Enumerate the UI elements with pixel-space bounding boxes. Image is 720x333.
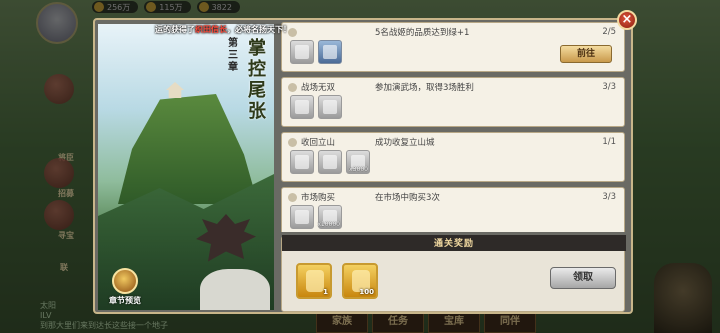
quest-progress: 3/3 xyxy=(602,192,616,202)
reward-slot[interactable] xyxy=(318,40,342,64)
quest-progress: 1/1 xyxy=(602,137,616,147)
item-icon xyxy=(323,155,337,169)
reward-title-bar: 通关奖励 xyxy=(282,235,626,251)
claim-button[interactable]: 领取 xyxy=(550,267,616,289)
castle-icon xyxy=(166,82,184,98)
gold-coin-icon[interactable]: 100 xyxy=(342,263,378,299)
chapter-quest-dialog: 第三章 掌控尾张 章节预览 5名战姬的品质达到绿+1 2/5 前往 战场无双 参… xyxy=(93,18,633,314)
quest-list[interactable]: 5名战姬的品质达到绿+1 2/5 前往 战场无双 参加演武场，取得3场胜利 3/… xyxy=(281,22,625,232)
quest-description: 5名战姬的品质达到绿+1 xyxy=(375,28,470,38)
crown-icon xyxy=(112,268,138,294)
star-icon xyxy=(288,82,297,92)
chapter-preview-button[interactable]: 章节预览 xyxy=(102,268,148,306)
gold-ingot-icon[interactable]: 1 xyxy=(296,263,332,299)
quest-name: 收回立山 xyxy=(301,138,336,148)
reward-slot[interactable] xyxy=(290,95,314,119)
chapter-illustration: 第三章 掌控尾张 章节预览 xyxy=(98,24,274,310)
scroll-icon xyxy=(295,210,309,224)
reward-slot[interactable]: x10000 xyxy=(317,205,342,229)
go-button[interactable]: 前往 xyxy=(560,45,612,63)
quest-row: 收回立山 成功收复立山城 1/1 x3000 xyxy=(281,132,625,182)
quest-name: 市场购买 xyxy=(301,193,336,203)
reward-slot[interactable] xyxy=(290,150,314,174)
star-icon xyxy=(288,137,297,147)
quest-description: 在市场中购买3次 xyxy=(375,193,440,203)
item-icon xyxy=(323,45,337,59)
mountain-art xyxy=(118,94,258,204)
clear-reward-panel: 通关奖励 1 100 领取 xyxy=(281,235,626,312)
quest-row: 市场购买 在市场中购买3次 3/3 x10000 xyxy=(281,187,625,232)
chapter-title: 掌控尾张 xyxy=(248,38,266,122)
reward-count: x10000 xyxy=(317,221,340,228)
quest-progress: 3/3 xyxy=(602,82,616,92)
star-icon xyxy=(288,192,297,202)
reward-count: x3000 xyxy=(349,166,368,173)
reward-count: 100 xyxy=(359,288,374,296)
quest-name: 战场无双 xyxy=(301,83,336,93)
reward-slot[interactable]: x3000 xyxy=(346,150,370,174)
chapter-preview-label: 章节预览 xyxy=(109,296,141,305)
announcement-banner: 运的获得了织田信长，必将名扬天下！ xyxy=(155,25,291,34)
scroll-icon xyxy=(295,155,309,169)
quest-row: 战场无双 参加演武场，取得3场胜利 3/3 xyxy=(281,77,625,127)
scroll-icon xyxy=(295,100,309,114)
reward-slot[interactable] xyxy=(318,95,342,119)
hero-figure xyxy=(190,214,270,310)
reward-title: 通关奖励 xyxy=(433,239,474,249)
reward-slot[interactable] xyxy=(318,150,342,174)
scroll-icon xyxy=(295,45,309,59)
quest-description: 参加演武场，取得3场胜利 xyxy=(375,83,474,93)
reward-slot[interactable] xyxy=(290,205,314,229)
quest-description: 成功收复立山城 xyxy=(375,138,435,148)
close-icon[interactable]: × xyxy=(617,10,637,30)
reward-count: 1 xyxy=(323,288,328,296)
chapter-number: 第三章 xyxy=(228,38,238,73)
item-icon xyxy=(323,100,337,114)
quest-progress: 2/5 xyxy=(602,27,616,37)
quest-row: 5名战姬的品质达到绿+1 2/5 前往 xyxy=(281,22,625,72)
reward-slot[interactable] xyxy=(290,40,314,64)
